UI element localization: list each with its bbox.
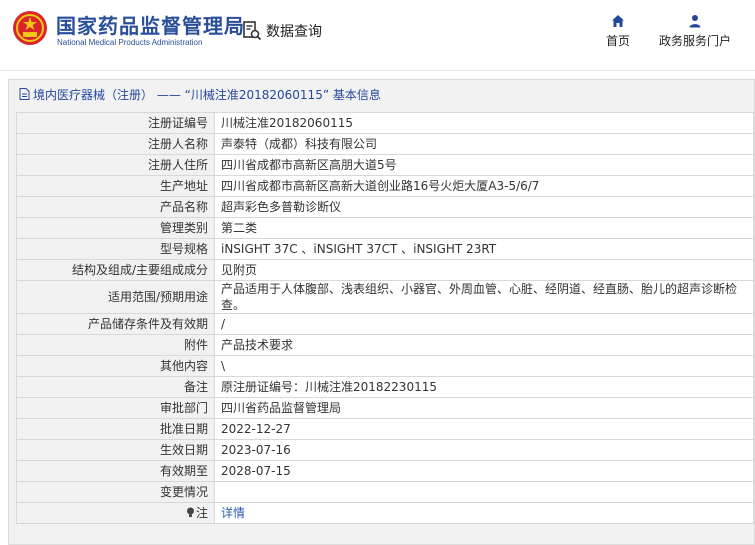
row-label: 生效日期	[16, 439, 215, 461]
row-value: 四川省药品监督管理局	[214, 397, 754, 419]
nav-service-label: 政务服务门户	[658, 34, 731, 48]
note-label: 注	[195, 506, 208, 520]
table-row: 审批部门 四川省药品监督管理局	[16, 397, 754, 419]
table-row: 注 详情	[16, 502, 754, 524]
row-value: 2028-07-15	[214, 460, 754, 482]
document-icon	[19, 88, 30, 100]
details-link[interactable]: 详情	[221, 506, 245, 520]
table-row: 其他内容 \	[16, 355, 754, 377]
table-row: 型号规格 iNSIGHT 37C 、iNSIGHT 37CT 、iNSIGHT 2…	[16, 238, 754, 260]
row-label: 产品名称	[16, 196, 215, 218]
row-value: 四川省成都市高新区高朋大道5号	[214, 154, 754, 176]
row-label: 管理类别	[16, 217, 215, 239]
document-search-icon	[243, 21, 262, 41]
row-label: 变更情况	[16, 481, 215, 503]
row-value-note: 详情	[214, 502, 754, 524]
table-row: 有效期至 2028-07-15	[16, 460, 754, 482]
detail-table: 注册证编号 川械注准20182060115 注册人名称 声泰特（成都）科技有限公司 …	[16, 112, 754, 524]
row-label-note: 注	[16, 502, 215, 524]
table-row: 备注 原注册证编号：川械注准20182230115	[16, 376, 754, 398]
row-label: 注册人住所	[16, 154, 215, 176]
row-value: 超声彩色多普勒诊断仪	[214, 196, 754, 218]
panel-title: 境内医疗器械（注册） —— “川械注准20182060115” 基本信息	[19, 85, 381, 103]
table-row: 适用范围/预期用途 产品适用于人体腹部、浅表组织、小器官、外周血管、心脏、经阴道、…	[16, 280, 754, 314]
row-label: 适用范围/预期用途	[16, 280, 215, 314]
site-name[interactable]: 国家药品监督管理局	[56, 10, 245, 39]
row-value: 川械注准20182060115	[214, 112, 754, 134]
table-row: 生效日期 2023-07-16	[16, 439, 754, 461]
row-label: 备注	[16, 376, 215, 398]
row-label: 有效期至	[16, 460, 215, 482]
row-label: 附件	[16, 334, 215, 356]
row-value: 产品适用于人体腹部、浅表组织、小器官、外周血管、心脏、经阴道、经直肠、胎儿的超声…	[214, 280, 754, 314]
nav-home[interactable]: 首页	[600, 14, 636, 49]
row-value: iNSIGHT 37C 、iNSIGHT 37CT 、iNSIGHT 23RT	[214, 238, 754, 260]
table-row: 产品储存条件及有效期 /	[16, 313, 754, 335]
table-row: 产品名称 超声彩色多普勒诊断仪	[16, 196, 754, 218]
row-value: 原注册证编号：川械注准20182230115	[214, 376, 754, 398]
row-value: \	[214, 355, 754, 377]
panel-title-text: 境内医疗器械（注册） —— “川械注准20182060115” 基本信息	[33, 87, 381, 102]
table-row: 管理类别 第二类	[16, 217, 754, 239]
table-row: 附件 产品技术要求	[16, 334, 754, 356]
row-label: 批准日期	[16, 418, 215, 440]
table-row: 批准日期 2022-12-27	[16, 418, 754, 440]
row-label: 注册人名称	[16, 133, 215, 155]
table-row: 注册人名称 声泰特（成都）科技有限公司	[16, 133, 754, 155]
user-icon	[689, 15, 701, 28]
header-divider	[0, 70, 755, 71]
row-value: 声泰特（成都）科技有限公司	[214, 133, 754, 155]
site-header: 国家药品监督管理局 National Medical Products Admi…	[0, 0, 755, 66]
lightbulb-icon	[186, 507, 194, 517]
row-value: /	[214, 313, 754, 335]
nav-service-portal[interactable]: 政务服务门户	[654, 14, 736, 49]
table-row: 结构及组成/主要组成成分 见附页	[16, 259, 754, 281]
row-value	[214, 481, 754, 503]
row-label: 审批部门	[16, 397, 215, 419]
data-query-link[interactable]: 数据查询	[242, 20, 322, 42]
row-value: 2023-07-16	[214, 439, 754, 461]
data-query-label: 数据查询	[266, 24, 322, 40]
row-label: 注册证编号	[16, 112, 215, 134]
table-row: 生产地址 四川省成都市高新区高新大道创业路16号火炬大厦A3-5/6/7	[16, 175, 754, 197]
row-label: 其他内容	[16, 355, 215, 377]
row-value: 第二类	[214, 217, 754, 239]
table-row: 注册人住所 四川省成都市高新区高朋大道5号	[16, 154, 754, 176]
row-value: 见附页	[214, 259, 754, 281]
row-label: 生产地址	[16, 175, 215, 197]
row-label: 结构及组成/主要组成成分	[16, 259, 215, 281]
row-label: 产品储存条件及有效期	[16, 313, 215, 335]
nav-home-label: 首页	[605, 34, 630, 48]
national-emblem-icon	[13, 11, 47, 45]
row-value: 2022-12-27	[214, 418, 754, 440]
table-row: 注册证编号 川械注准20182060115	[16, 112, 754, 134]
site-name-en: National Medical Products Administration	[57, 38, 203, 47]
row-value: 产品技术要求	[214, 334, 754, 356]
row-label: 型号规格	[16, 238, 215, 260]
detail-panel: 境内医疗器械（注册） —— “川械注准20182060115” 基本信息 注册证…	[8, 79, 755, 545]
home-icon	[612, 15, 624, 27]
row-value: 四川省成都市高新区高新大道创业路16号火炬大厦A3-5/6/7	[214, 175, 754, 197]
table-row: 变更情况	[16, 481, 754, 503]
